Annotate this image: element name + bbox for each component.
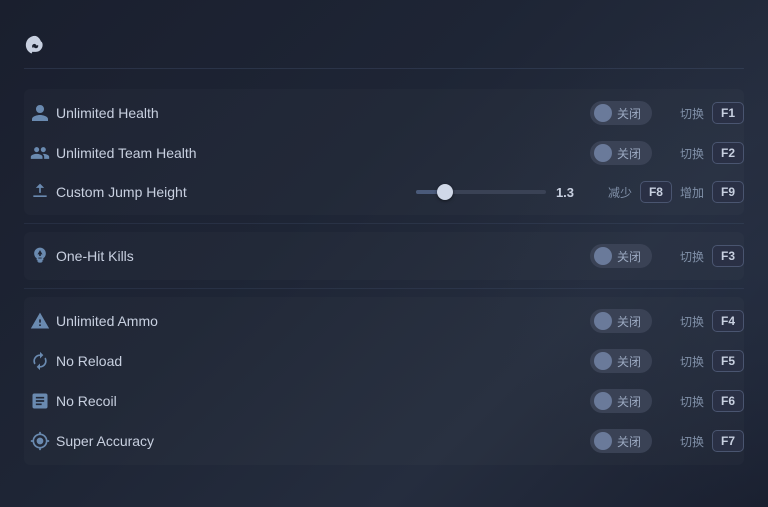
controls-super-accuracy: 关闭 切换 F7 bbox=[590, 429, 744, 453]
cheat-row-unlimited-team-health: Unlimited Team Health 关闭 切换 F2 bbox=[24, 133, 744, 173]
key-buttons-unlimited-health: 切换 F1 bbox=[676, 102, 744, 124]
toggle-label: 关闭 bbox=[617, 313, 641, 330]
key-f3[interactable]: F3 bbox=[712, 245, 744, 267]
key-f9[interactable]: F9 bbox=[712, 181, 744, 203]
toggle-circle bbox=[594, 247, 612, 265]
controls-unlimited-team-health: 关闭 切换 F2 bbox=[590, 141, 744, 165]
divider-2 bbox=[24, 288, 744, 289]
cheat-row-unlimited-health: Unlimited Health 关闭 切换 F1 bbox=[24, 93, 744, 133]
toggle-label: 关闭 bbox=[617, 105, 641, 122]
toggle-label: 关闭 bbox=[617, 145, 641, 162]
toggle-no-recoil[interactable]: 关闭 bbox=[590, 389, 652, 413]
cheat-name-one-hit-kills: One-Hit Kills bbox=[56, 248, 590, 264]
cheat-row-one-hit-kills: One-Hit Kills 关闭 切换 F3 bbox=[24, 236, 744, 276]
controls-one-hit-kills: 关闭 切换 F3 bbox=[590, 244, 744, 268]
jump-icon bbox=[24, 182, 56, 202]
key-buttons-unlimited-team-health: 切换 F2 bbox=[676, 142, 744, 164]
toggle-circle bbox=[594, 104, 612, 122]
controls-custom-jump-height: 1.3 减少 F8 增加 F9 bbox=[416, 181, 744, 203]
key-f2[interactable]: F2 bbox=[712, 142, 744, 164]
cheat-row-no-recoil: No Recoil 关闭 切换 F6 bbox=[24, 381, 744, 421]
key-f5[interactable]: F5 bbox=[712, 350, 744, 372]
combat-group: One-Hit Kills 关闭 切换 F3 bbox=[24, 232, 744, 280]
cheat-name-custom-jump-height: Custom Jump Height bbox=[56, 184, 416, 200]
key-buttons-unlimited-ammo: 切换 F4 bbox=[676, 310, 744, 332]
key-buttons-super-accuracy: 切换 F7 bbox=[676, 430, 744, 452]
key-buttons-one-hit-kills: 切换 F3 bbox=[676, 245, 744, 267]
key-buttons-custom-jump-height: 减少 F8 增加 F9 bbox=[604, 181, 744, 203]
key-f6[interactable]: F6 bbox=[712, 390, 744, 412]
toggle-no-reload[interactable]: 关闭 bbox=[590, 349, 652, 373]
slider-value: 1.3 bbox=[556, 185, 580, 200]
key-f8[interactable]: F8 bbox=[640, 181, 672, 203]
toggle-one-hit-kills[interactable]: 关闭 bbox=[590, 244, 652, 268]
toggle-unlimited-ammo[interactable]: 关闭 bbox=[590, 309, 652, 333]
toggle-label: 关闭 bbox=[617, 248, 641, 265]
key-label-toggle: 切换 bbox=[676, 393, 708, 410]
controls-no-reload: 关闭 切换 F5 bbox=[590, 349, 744, 373]
key-label-increase: 增加 bbox=[676, 184, 708, 201]
toggle-label: 关闭 bbox=[617, 353, 641, 370]
cheat-row-super-accuracy: Super Accuracy 关闭 切换 F7 bbox=[24, 421, 744, 461]
cheat-name-no-reload: No Reload bbox=[56, 353, 590, 369]
person-icon bbox=[24, 103, 56, 123]
key-f4[interactable]: F4 bbox=[712, 310, 744, 332]
key-buttons-no-reload: 切换 F5 bbox=[676, 350, 744, 372]
cheat-name-unlimited-team-health: Unlimited Team Health bbox=[56, 145, 590, 161]
controls-unlimited-health: 关闭 切换 F1 bbox=[590, 101, 744, 125]
cheat-name-unlimited-ammo: Unlimited Ammo bbox=[56, 313, 590, 329]
toggle-circle bbox=[594, 144, 612, 162]
reload-icon bbox=[24, 351, 56, 371]
cheat-name-no-recoil: No Recoil bbox=[56, 393, 590, 409]
key-label-toggle: 切换 bbox=[676, 353, 708, 370]
key-label-toggle: 切换 bbox=[676, 248, 708, 265]
accuracy-icon bbox=[24, 431, 56, 451]
steam-icon bbox=[24, 34, 46, 56]
slider-thumb[interactable] bbox=[437, 184, 453, 200]
cheat-row-custom-jump-height: Custom Jump Height 1.3 减少 F8 增加 F9 bbox=[24, 173, 744, 211]
toggle-circle bbox=[594, 312, 612, 330]
key-label-toggle: 切换 bbox=[676, 433, 708, 450]
toggle-circle bbox=[594, 392, 612, 410]
cheats-list: Unlimited Health 关闭 切换 F1 bbox=[24, 89, 744, 465]
skull-icon bbox=[24, 246, 56, 266]
slider-track[interactable] bbox=[416, 190, 546, 194]
toggle-unlimited-health[interactable]: 关闭 bbox=[590, 101, 652, 125]
toggle-circle bbox=[594, 432, 612, 450]
key-label-toggle: 切换 bbox=[676, 105, 708, 122]
group-icon bbox=[24, 143, 56, 163]
toggle-circle bbox=[594, 352, 612, 370]
key-label-toggle: 切换 bbox=[676, 313, 708, 330]
slider-custom-jump-height: 1.3 bbox=[416, 185, 580, 200]
controls-unlimited-ammo: 关闭 切换 F4 bbox=[590, 309, 744, 333]
divider-1 bbox=[24, 223, 744, 224]
controls-no-recoil: 关闭 切换 F6 bbox=[590, 389, 744, 413]
recoil-icon bbox=[24, 391, 56, 411]
toggle-label: 关闭 bbox=[617, 393, 641, 410]
ammo-icon bbox=[24, 311, 56, 331]
toggle-unlimited-team-health[interactable]: 关闭 bbox=[590, 141, 652, 165]
cheat-row-no-reload: No Reload 关闭 切换 F5 bbox=[24, 341, 744, 381]
health-group: Unlimited Health 关闭 切换 F1 bbox=[24, 89, 744, 215]
platform-row bbox=[24, 34, 744, 69]
cheat-name-super-accuracy: Super Accuracy bbox=[56, 433, 590, 449]
toggle-label: 关闭 bbox=[617, 433, 641, 450]
toggle-super-accuracy[interactable]: 关闭 bbox=[590, 429, 652, 453]
ammo-group: Unlimited Ammo 关闭 切换 F4 bbox=[24, 297, 744, 465]
key-f7[interactable]: F7 bbox=[712, 430, 744, 452]
cheat-name-unlimited-health: Unlimited Health bbox=[56, 105, 590, 121]
cheat-row-unlimited-ammo: Unlimited Ammo 关闭 切换 F4 bbox=[24, 301, 744, 341]
key-label-toggle: 切换 bbox=[676, 145, 708, 162]
key-label-decrease: 减少 bbox=[604, 184, 636, 201]
key-f1[interactable]: F1 bbox=[712, 102, 744, 124]
key-buttons-no-recoil: 切换 F6 bbox=[676, 390, 744, 412]
